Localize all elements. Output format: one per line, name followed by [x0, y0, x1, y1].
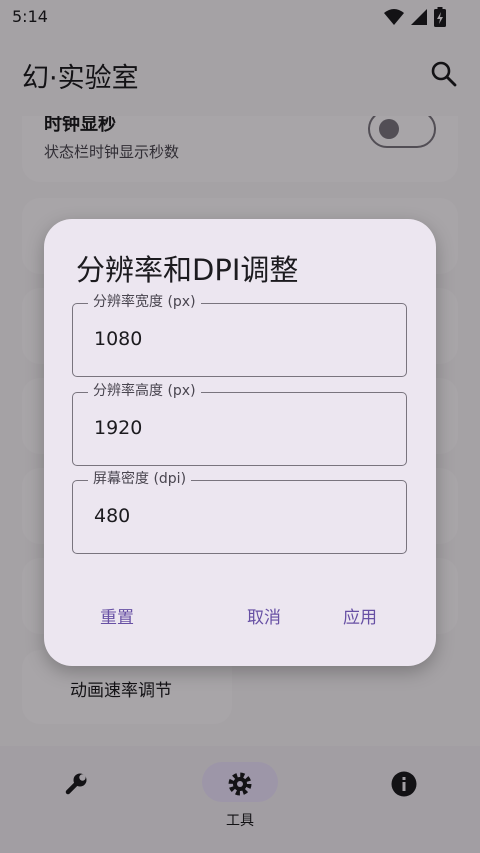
cancel-button[interactable]: 取消 [247, 603, 281, 628]
resolution-dpi-dialog: 分辨率和DPI调整 分辨率宽度 (px) 1080 分辨率高度 (px) 192… [44, 219, 436, 666]
height-field[interactable]: 分辨率高度 (px) 1920 [72, 382, 407, 466]
density-field-label: 屏幕密度 (dpi) [88, 470, 192, 488]
density-field[interactable]: 屏幕密度 (dpi) 480 [72, 470, 407, 554]
width-field-label: 分辨率宽度 (px) [88, 293, 201, 311]
dialog-title: 分辨率和DPI调整 [76, 253, 299, 287]
height-field-label: 分辨率高度 (px) [88, 382, 201, 400]
apply-button[interactable]: 应用 [343, 603, 377, 628]
height-field-value[interactable]: 1920 [94, 417, 142, 439]
width-field[interactable]: 分辨率宽度 (px) 1080 [72, 293, 407, 377]
density-field-value[interactable]: 480 [94, 505, 130, 527]
reset-button[interactable]: 重置 [100, 603, 134, 628]
width-field-value[interactable]: 1080 [94, 328, 142, 350]
